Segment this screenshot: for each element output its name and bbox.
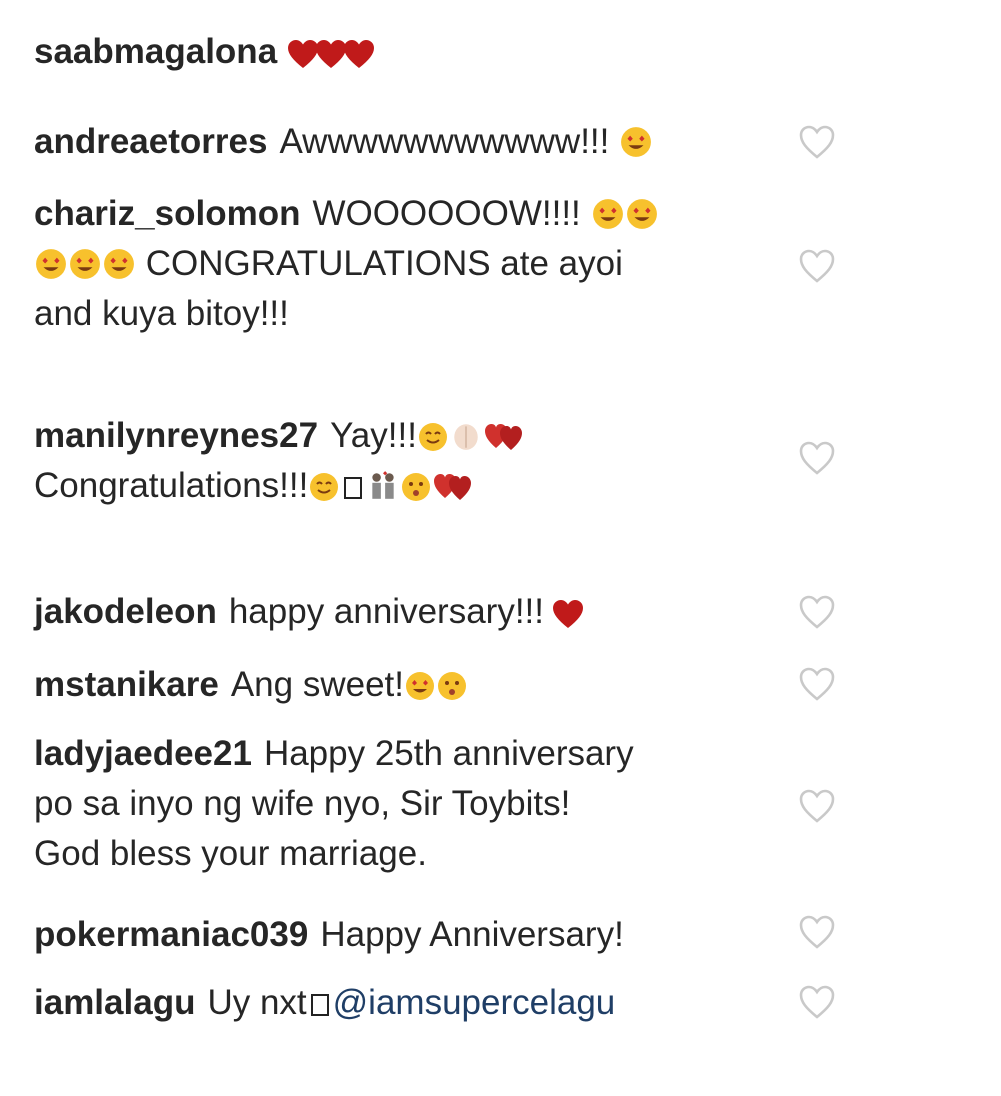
comment-text: Happy Anniversary! <box>320 915 624 954</box>
comment-username[interactable]: mstanikare <box>34 665 219 704</box>
like-heart-icon[interactable] <box>798 124 836 160</box>
heart-eyes-emoji-icon <box>626 198 658 230</box>
comment-text: Uy nxt <box>207 983 307 1022</box>
heart-eyes-emoji-icon <box>405 671 435 701</box>
like-heart-icon[interactable] <box>798 248 836 284</box>
comment-text: Ang sweet! <box>230 665 404 704</box>
like-heart-icon[interactable] <box>798 788 836 824</box>
missing-glyph-icon <box>310 994 329 1016</box>
couple-emoji-icon <box>367 470 399 502</box>
two-hearts-emoji-icon <box>433 472 473 502</box>
comment-text: Happy 25th anniversary <box>263 734 634 773</box>
heart-eyes-emoji-icon <box>69 248 101 280</box>
smiling-emoji-icon <box>418 422 448 452</box>
comment-text: po sa inyo ng wife nyo, Sir Toybits! <box>34 784 571 823</box>
comment-username[interactable]: andreaetorres <box>34 122 267 161</box>
comment-username[interactable]: ladyjaedee21 <box>34 734 252 773</box>
comment-username[interactable]: saabmagalona <box>34 32 277 71</box>
smiling-emoji-icon <box>309 472 339 502</box>
comment-text: and kuya bitoy!!! <box>34 294 289 333</box>
comment-text: God bless your marriage. <box>34 834 427 873</box>
red-heart-icon <box>343 39 375 69</box>
comment-username[interactable]: iamlalagu <box>34 983 195 1022</box>
comment-item: chariz_solomon WOOOOOOW!!!! CONGRATULATIO… <box>34 189 774 339</box>
comment-text: CONGRATULATIONS ate ayoi <box>145 244 623 283</box>
comment-item: iamlalagu Uy nxt @iamsupercelagu <box>34 978 774 1028</box>
kissing-emoji-icon <box>401 472 431 502</box>
two-hearts-emoji-icon <box>484 422 524 452</box>
comment-item: ladyjaedee21 Happy 25th anniversary po sa… <box>34 729 774 879</box>
mention-link[interactable]: @iamsupercelagu <box>333 983 616 1022</box>
comment-text: Awwwwwwwwwww!!! <box>279 122 610 161</box>
heart-eyes-emoji-icon <box>592 198 624 230</box>
comment-text: happy anniversary!!! <box>228 592 544 631</box>
comment-text: WOOOOOOW!!!! <box>312 194 581 233</box>
comment-item: mstanikare Ang sweet! <box>34 660 774 710</box>
comment-text: Yay!!! <box>330 416 417 455</box>
comment-username[interactable]: manilynreynes27 <box>34 416 318 455</box>
heart-eyes-emoji-icon <box>35 248 67 280</box>
comment-item: pokermaniac039 Happy Anniversary! <box>34 910 774 960</box>
kissing-emoji-icon <box>437 671 467 701</box>
heart-eyes-emoji-icon <box>103 248 135 280</box>
like-heart-icon[interactable] <box>798 440 836 476</box>
missing-glyph-icon <box>344 477 363 499</box>
like-heart-icon[interactable] <box>798 666 836 702</box>
like-heart-icon[interactable] <box>798 594 836 630</box>
comment-item: manilynreynes27 Yay!!! Congratulations!!! <box>34 411 774 511</box>
comment-username[interactable]: pokermaniac039 <box>34 915 308 954</box>
like-heart-icon[interactable] <box>798 984 836 1020</box>
comment-item: saabmagalona <box>34 27 774 77</box>
comment-username[interactable]: jakodeleon <box>34 592 217 631</box>
heart-eyes-emoji-icon <box>620 126 652 158</box>
comment-item: jakodeleon happy anniversary!!! <box>34 587 774 637</box>
comment-text: Congratulations!!! <box>34 466 309 505</box>
red-heart-icon <box>552 599 584 629</box>
folded-hands-emoji-icon <box>450 420 482 452</box>
comment-item: andreaetorres Awwwwwwwwwww!!! <box>34 117 774 167</box>
comment-username[interactable]: chariz_solomon <box>34 194 300 233</box>
like-heart-icon[interactable] <box>798 914 836 950</box>
